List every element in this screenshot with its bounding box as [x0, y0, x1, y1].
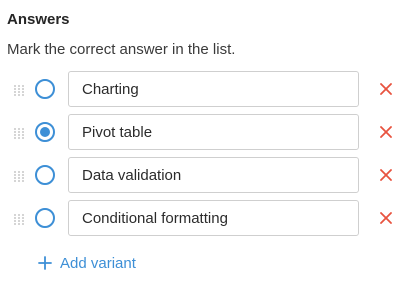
drag-handle-icon[interactable]	[14, 171, 26, 183]
close-icon	[380, 126, 392, 138]
drag-handle-icon[interactable]	[14, 214, 26, 226]
answer-row	[0, 114, 414, 157]
drag-handle-icon[interactable]	[14, 85, 26, 97]
remove-answer-button[interactable]	[377, 80, 395, 98]
answer-row	[0, 200, 414, 243]
answer-input[interactable]	[68, 114, 359, 150]
correct-answer-radio[interactable]	[35, 165, 55, 185]
remove-answer-button[interactable]	[377, 209, 395, 227]
answer-row	[0, 71, 414, 114]
remove-answer-button[interactable]	[377, 166, 395, 184]
answer-row	[0, 157, 414, 200]
answer-input[interactable]	[68, 71, 359, 107]
instructions-text: Mark the correct answer in the list.	[7, 41, 236, 58]
close-icon	[380, 212, 392, 224]
answer-input[interactable]	[68, 200, 359, 236]
correct-answer-radio[interactable]	[35, 122, 55, 142]
add-variant-button[interactable]: Add variant	[38, 252, 136, 274]
close-icon	[380, 83, 392, 95]
correct-answer-radio[interactable]	[35, 79, 55, 99]
drag-handle-icon[interactable]	[14, 128, 26, 140]
plus-icon	[38, 256, 52, 270]
section-title: Answers	[7, 11, 70, 28]
close-icon	[380, 169, 392, 181]
correct-answer-radio[interactable]	[35, 208, 55, 228]
remove-answer-button[interactable]	[377, 123, 395, 141]
answer-input[interactable]	[68, 157, 359, 193]
answers-list	[0, 71, 414, 243]
add-variant-label: Add variant	[60, 254, 136, 272]
